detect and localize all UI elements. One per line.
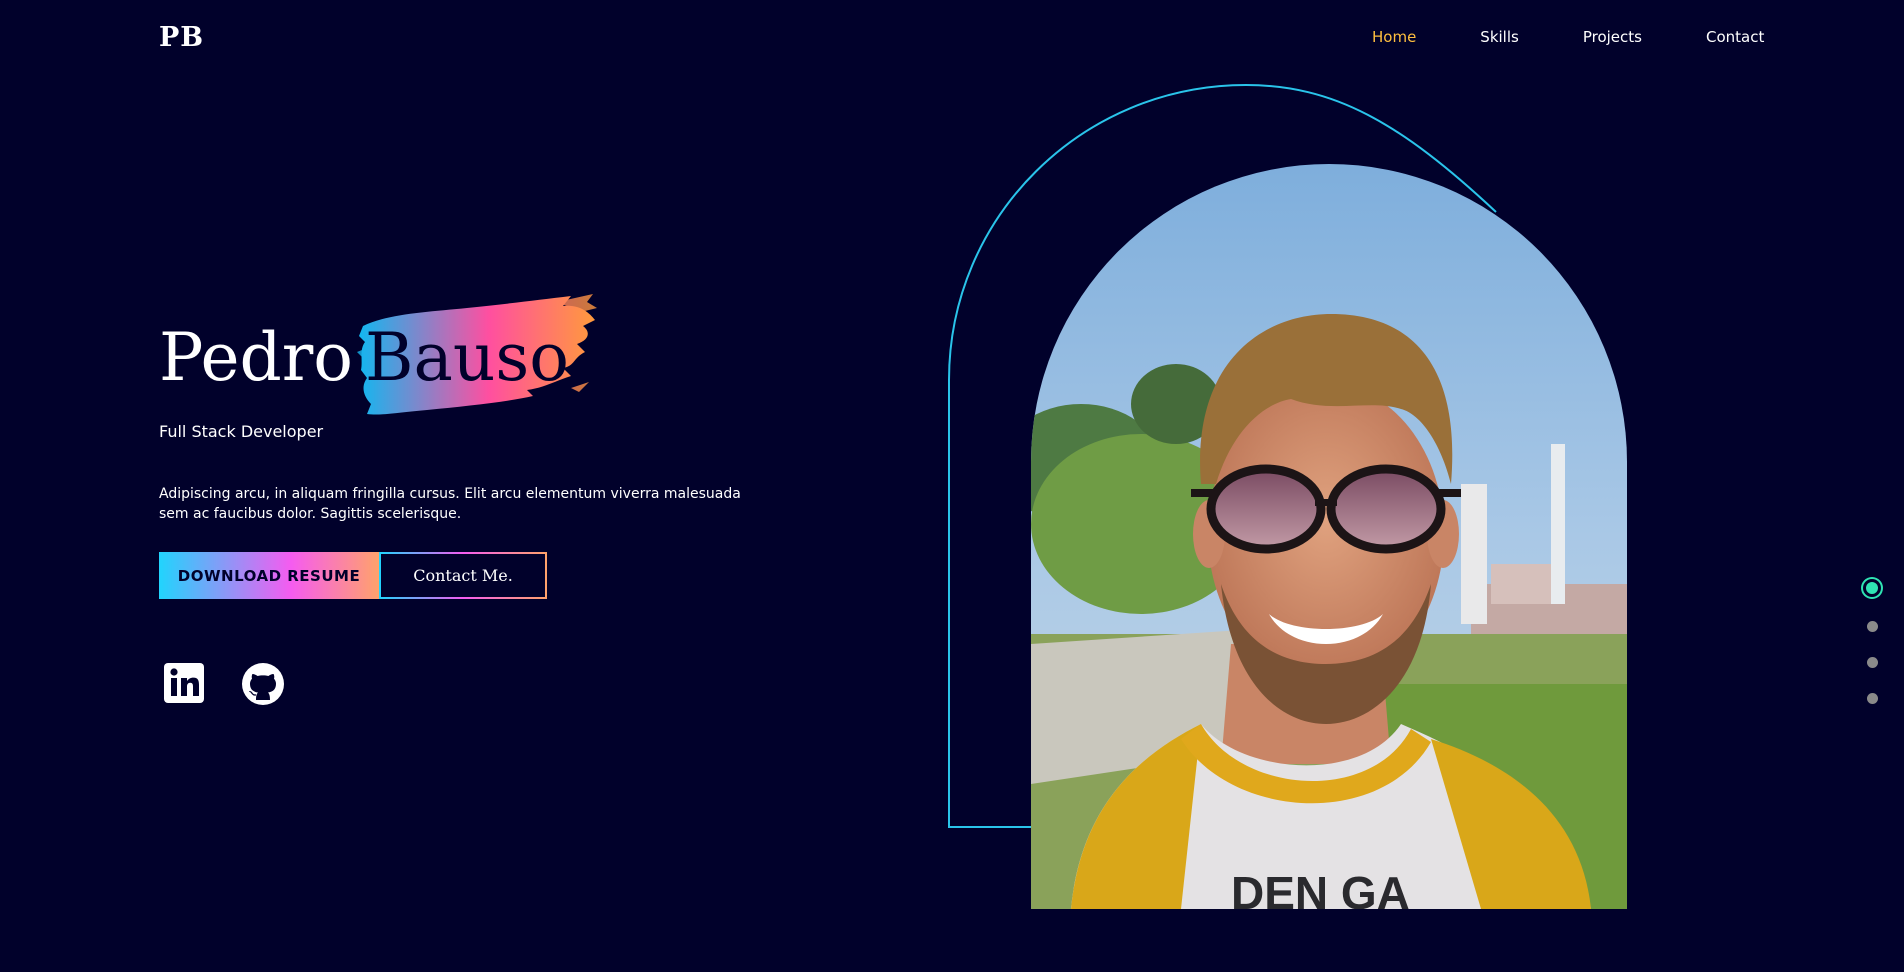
- nav-skills[interactable]: Skills: [1480, 28, 1519, 46]
- hero-last-name: Bauso: [365, 319, 570, 396]
- site-logo[interactable]: PB: [159, 22, 204, 53]
- nav-projects[interactable]: Projects: [1583, 28, 1642, 46]
- main-nav: Home Skills Projects Contact: [1372, 28, 1764, 46]
- hero-last-name-wrap: Bauso: [357, 294, 598, 415]
- contact-me-button[interactable]: Contact Me.: [379, 552, 547, 599]
- hero-role: Full Stack Developer: [159, 422, 324, 441]
- hero-first-name: Pedro: [159, 319, 354, 396]
- profile-photo: DEN GA: [1031, 164, 1627, 909]
- section-dot-2[interactable]: [1866, 621, 1878, 632]
- nav-home[interactable]: Home: [1372, 28, 1416, 46]
- section-dot-1[interactable]: [1866, 582, 1878, 594]
- social-links: [163, 662, 319, 705]
- shirt-text: DEN GA: [1231, 867, 1410, 909]
- linkedin-icon[interactable]: [163, 662, 205, 704]
- section-dot-4[interactable]: [1866, 693, 1878, 704]
- portfolio-page: PB Home Skills Projects Contact Pedro Ba…: [0, 0, 1904, 972]
- hero-title: Pedro Bauso: [159, 294, 598, 415]
- github-icon[interactable]: [241, 662, 284, 705]
- nav-contact[interactable]: Contact: [1706, 28, 1764, 46]
- download-resume-button[interactable]: DOWNLOAD RESUME: [159, 552, 379, 599]
- hero-description: Adipiscing arcu, in aliquam fringilla cu…: [159, 486, 741, 522]
- section-dots: [1860, 580, 1884, 729]
- section-dot-3[interactable]: [1866, 657, 1878, 668]
